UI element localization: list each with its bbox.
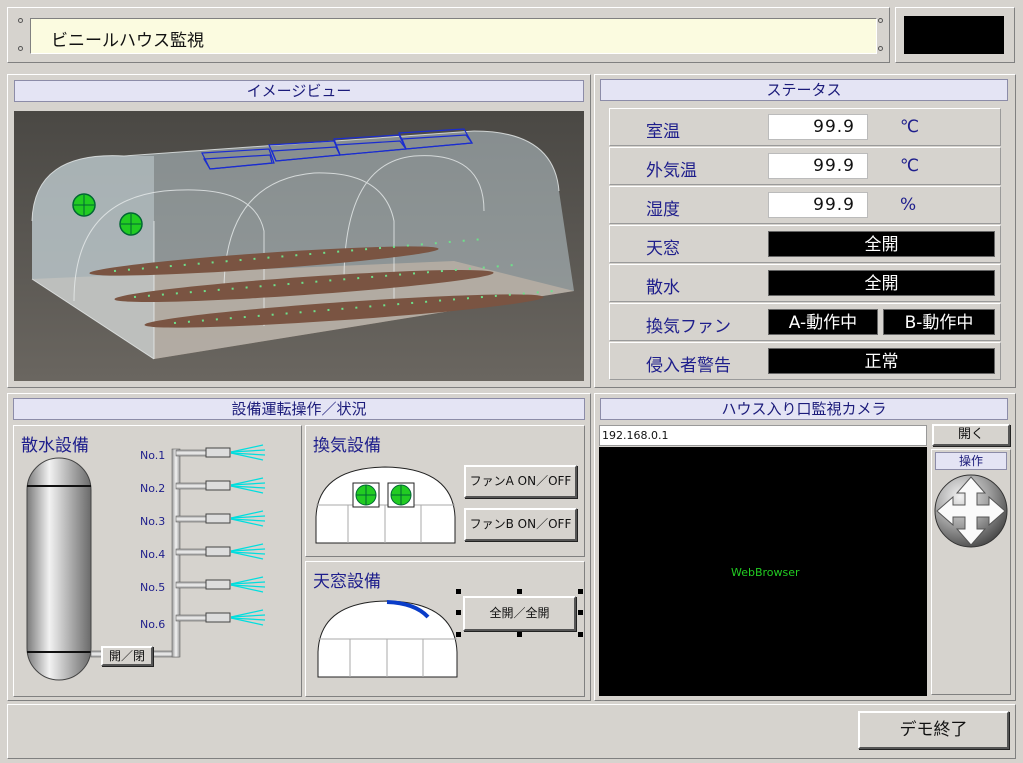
status-row-outside-temp: 外気温 99.9 ℃ <box>609 147 1001 185</box>
outside-temp-value: 99.9 <box>768 153 868 179</box>
room-temp-value: 99.9 <box>768 114 868 140</box>
selection-handle-icon <box>578 632 583 637</box>
camera-address-input[interactable] <box>599 425 927 446</box>
fan-b-icon <box>387 482 415 508</box>
status-row-skylight: 天窓 全開 <box>609 225 1001 263</box>
status-header: ステータス <box>600 79 1008 101</box>
status-row-vent-fan: 換気ファン A-動作中 B-動作中 <box>609 303 1001 341</box>
selection-handle-icon <box>456 632 461 637</box>
app-title: ビニールハウス監視 <box>51 31 204 51</box>
fan-a-icon <box>352 482 380 508</box>
skylight-house-diagram <box>317 600 458 678</box>
vent-fan-a-status: A-動作中 <box>768 309 878 335</box>
skylight-toggle-button[interactable]: 全開／全開 <box>463 596 576 631</box>
status-row-humidity: 湿度 99.9 % <box>609 186 1001 224</box>
greenhouse-illustration <box>14 111 584 381</box>
selection-handle-icon <box>517 589 522 594</box>
web-browser-label: WebBrowser <box>731 566 800 579</box>
sprinkler-nozzle-icon <box>175 444 266 626</box>
nozzle-label: No.5 <box>140 581 166 594</box>
vent-fan-label: 換気ファン <box>646 317 731 337</box>
skylight-status: 全開 <box>768 231 995 257</box>
end-demo-button[interactable]: デモ終了 <box>858 711 1009 749</box>
status-row-intruder: 侵入者警告 正常 <box>609 342 1001 380</box>
humidity-label: 湿度 <box>646 200 680 220</box>
status-row-watering: 散水 全開 <box>609 264 1001 302</box>
selection-handle-icon <box>517 632 522 637</box>
outside-temp-unit: ℃ <box>900 156 920 176</box>
app-title-box: ビニールハウス監視 <box>30 18 877 54</box>
room-temp-unit: ℃ <box>900 117 920 137</box>
title-rivet-icon <box>878 18 883 23</box>
vent-fan-b-status: B-動作中 <box>883 309 995 335</box>
ventilation-title: 換気設備 <box>313 436 381 456</box>
water-tank-icon <box>26 457 92 681</box>
title-bar: ビニールハウス監視 <box>7 7 890 63</box>
camera-header: ハウス入り口監視カメラ <box>600 398 1008 420</box>
image-view-header: イメージビュー <box>14 80 584 102</box>
selection-handle-icon <box>456 610 461 615</box>
camera-open-button[interactable]: 開く <box>932 424 1010 446</box>
nozzle-label: No.6 <box>140 618 166 631</box>
room-temp-label: 室温 <box>646 122 680 142</box>
equipment-header: 設備運転操作／状況 <box>13 398 585 420</box>
status-row-room-temp: 室温 99.9 ℃ <box>609 108 1001 146</box>
intruder-label: 侵入者警告 <box>646 356 731 376</box>
nozzle-label: No.3 <box>140 515 166 528</box>
title-rivet-icon <box>18 18 23 23</box>
title-indicator-panel <box>895 7 1015 63</box>
fan-a-toggle-button[interactable]: ファンA ON／OFF <box>464 465 577 498</box>
image-view-panel: イメージビュー <box>7 74 591 388</box>
camera-direction-pad-icon[interactable] <box>933 473 1009 549</box>
sprinkler-diagram <box>26 444 266 681</box>
selection-handle-icon <box>456 589 461 594</box>
outside-temp-label: 外気温 <box>646 161 697 181</box>
skylight-title: 天窓設備 <box>313 572 381 592</box>
web-browser-view[interactable]: WebBrowser <box>599 447 927 696</box>
greenhouse-image <box>14 111 584 381</box>
intruder-status: 正常 <box>768 348 995 374</box>
nozzle-label: No.1 <box>140 449 166 462</box>
valve-toggle-button[interactable]: 開／閉 <box>101 646 153 666</box>
title-rivet-icon <box>878 46 883 51</box>
humidity-unit: % <box>900 195 917 215</box>
nozzle-label: No.4 <box>140 548 166 561</box>
humidity-value: 99.9 <box>768 192 868 218</box>
nozzle-label: No.2 <box>140 482 166 495</box>
skylight-label: 天窓 <box>646 239 680 259</box>
ventilation-house-diagram <box>315 466 456 544</box>
watering-label: 散水 <box>646 278 680 298</box>
watering-status: 全開 <box>768 270 995 296</box>
selection-handle-icon <box>578 610 583 615</box>
selection-handle-icon <box>578 589 583 594</box>
title-indicator <box>904 16 1004 54</box>
fan-b-toggle-button[interactable]: ファンB ON／OFF <box>464 508 577 541</box>
title-rivet-icon <box>18 46 23 51</box>
camera-control-label: 操作 <box>935 452 1007 470</box>
